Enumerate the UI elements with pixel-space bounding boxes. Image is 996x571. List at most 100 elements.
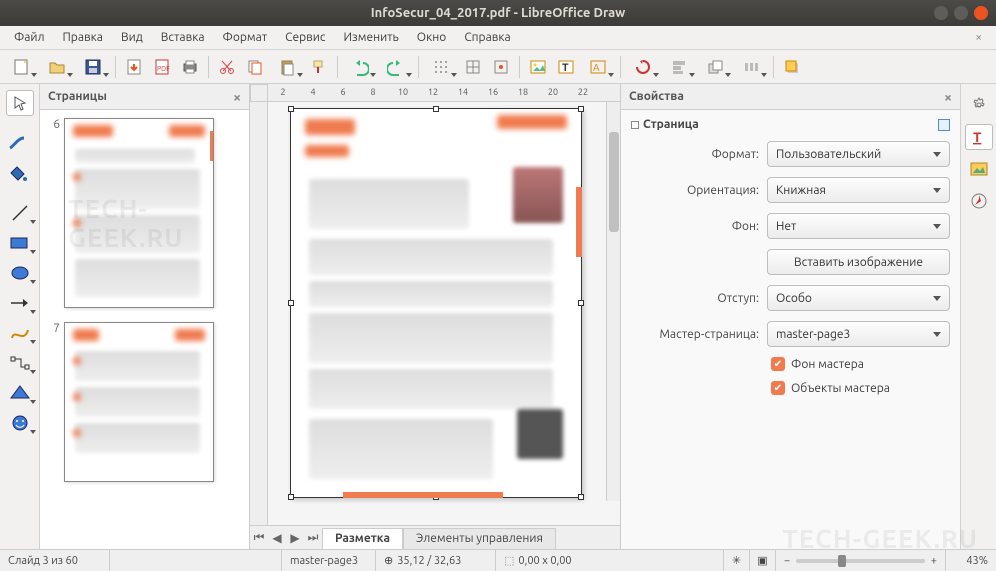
insert-image-button[interactable] (525, 54, 551, 80)
properties-panel-close[interactable]: × (944, 89, 952, 105)
rectangle-tool[interactable] (6, 230, 34, 256)
grid-button[interactable] (424, 54, 458, 80)
page-thumb-6[interactable]: 6 (46, 118, 243, 308)
snap-button[interactable] (488, 54, 514, 80)
new-button[interactable] (4, 54, 38, 80)
properties-panel-header: Свойства × (621, 84, 960, 110)
zoom-slider-cell[interactable]: − + (776, 550, 946, 571)
horizontal-ruler[interactable]: 246810121416182022 (268, 84, 620, 102)
redo-button[interactable] (379, 54, 413, 80)
tab-nav-first[interactable]: ⏮ (250, 526, 268, 549)
undo-button[interactable] (343, 54, 377, 80)
open-button[interactable] (40, 54, 74, 80)
connector-tool[interactable] (6, 350, 34, 376)
select-tool[interactable] (6, 90, 34, 116)
ellipse-tool[interactable] (6, 260, 34, 286)
properties-panel: Свойства × Страница Формат: Пользователь… (620, 84, 960, 549)
sidebar-gallery-icon[interactable] (965, 156, 993, 182)
zoom-out-icon[interactable]: − (784, 555, 790, 567)
view-tabs: ⏮ ◀ ▶ ⏭ Разметка Элементы управления (250, 525, 620, 549)
pages-panel-header: Страницы × (40, 84, 249, 110)
rotate-button[interactable] (626, 54, 660, 80)
menu-view[interactable]: Вид (113, 28, 151, 47)
menu-insert[interactable]: Вставка (153, 28, 213, 47)
statusbar: Слайд 3 из 60 master-page3 ⊕35,12 / 32,6… (0, 549, 996, 571)
paste-button[interactable] (270, 54, 304, 80)
clone-format-button[interactable] (306, 54, 332, 80)
curve-tool[interactable] (6, 320, 34, 346)
print-button[interactable] (177, 54, 203, 80)
export-pdf-button[interactable]: PDF (149, 54, 175, 80)
zoom-slider[interactable] (796, 559, 925, 563)
background-select[interactable]: Нет (767, 213, 950, 239)
symbol-shapes-tool[interactable] (6, 410, 34, 436)
textbox-button[interactable]: T (553, 54, 579, 80)
window-title: InfoSecur_04_2017.pdf - LibreOffice Draw (6, 6, 990, 20)
status-layer[interactable] (110, 550, 282, 571)
menu-modify[interactable]: Изменить (335, 28, 406, 47)
svg-text:A: A (593, 62, 600, 73)
pages-panel-close[interactable]: × (233, 89, 241, 105)
page-thumb-7[interactable]: 7 (46, 322, 243, 482)
menu-edit[interactable]: Правка (55, 28, 111, 47)
vertical-ruler[interactable] (250, 102, 268, 525)
basic-shapes-tool[interactable] (6, 380, 34, 406)
sidebar-properties-icon[interactable]: T (965, 124, 993, 150)
arrow-tool[interactable] (6, 290, 34, 316)
sidebar-navigator-icon[interactable] (965, 188, 993, 214)
helplines-button[interactable] (460, 54, 486, 80)
menu-help[interactable]: Справка (456, 28, 518, 47)
page-canvas[interactable] (290, 108, 582, 498)
export-button[interactable] (121, 54, 147, 80)
tab-nav-next[interactable]: ▶ (286, 526, 304, 549)
minimize-button[interactable] (934, 6, 948, 20)
cut-button[interactable] (214, 54, 240, 80)
copy-button[interactable] (242, 54, 268, 80)
line-color-tool[interactable] (6, 130, 34, 156)
align-button[interactable] (662, 54, 696, 80)
page-number: 6 (46, 118, 60, 131)
sidebar-settings-icon[interactable] (965, 92, 993, 118)
master-obj-checkbox[interactable]: ✔ Объекты мастера (771, 381, 950, 395)
maximize-button[interactable] (954, 6, 968, 20)
master-page-select[interactable]: master-page3 (767, 321, 950, 347)
menu-tools[interactable]: Сервис (277, 28, 333, 47)
indent-select[interactable]: Особо (767, 285, 950, 311)
main-toolbar: PDF T A (0, 50, 996, 84)
status-save-indicator[interactable]: ✳ (724, 550, 750, 571)
orientation-label: Ориентация: (631, 184, 759, 197)
tab-layout[interactable]: Разметка (322, 528, 403, 549)
arrange-button[interactable] (698, 54, 732, 80)
fontwork-button[interactable]: A (581, 54, 615, 80)
vertical-scrollbar[interactable] (606, 102, 620, 501)
master-bg-checkbox[interactable]: ✔ Фон мастера (771, 357, 950, 371)
insert-image-button-side[interactable]: Вставить изображение (767, 249, 950, 275)
orientation-select[interactable]: Книжная (767, 177, 950, 203)
document-close-button[interactable]: × (967, 29, 990, 46)
menubar: Файл Правка Вид Вставка Формат Сервис Из… (0, 26, 996, 50)
tab-nav-prev[interactable]: ◀ (268, 526, 286, 549)
zoom-value[interactable]: 43% (946, 550, 996, 571)
fit-page-button[interactable]: ▣ (750, 550, 776, 571)
properties-panel-title: Свойства (629, 90, 684, 103)
more-options-icon[interactable] (938, 119, 950, 131)
format-select[interactable]: Пользовательский (767, 141, 950, 167)
page-number: 7 (46, 322, 60, 335)
line-tool[interactable] (6, 200, 34, 226)
shadow-button[interactable] (779, 54, 805, 80)
close-button[interactable] (974, 6, 988, 20)
fill-color-tool[interactable] (6, 160, 34, 186)
tab-nav-last[interactable]: ⏭ (304, 526, 322, 549)
menu-window[interactable]: Окно (409, 28, 455, 47)
tab-controls[interactable]: Элементы управления (403, 528, 556, 549)
menu-file[interactable]: Файл (6, 28, 53, 47)
save-button[interactable] (76, 54, 110, 80)
status-slide[interactable]: Слайд 3 из 60 (0, 550, 110, 571)
menu-format[interactable]: Формат (215, 28, 276, 47)
drawing-toolbar (0, 84, 40, 549)
distribute-button[interactable] (734, 54, 768, 80)
zoom-in-icon[interactable]: + (931, 555, 937, 567)
status-master[interactable]: master-page3 (282, 550, 376, 571)
drawing-canvas[interactable] (268, 102, 620, 525)
page-section-header[interactable]: Страница (631, 118, 950, 131)
